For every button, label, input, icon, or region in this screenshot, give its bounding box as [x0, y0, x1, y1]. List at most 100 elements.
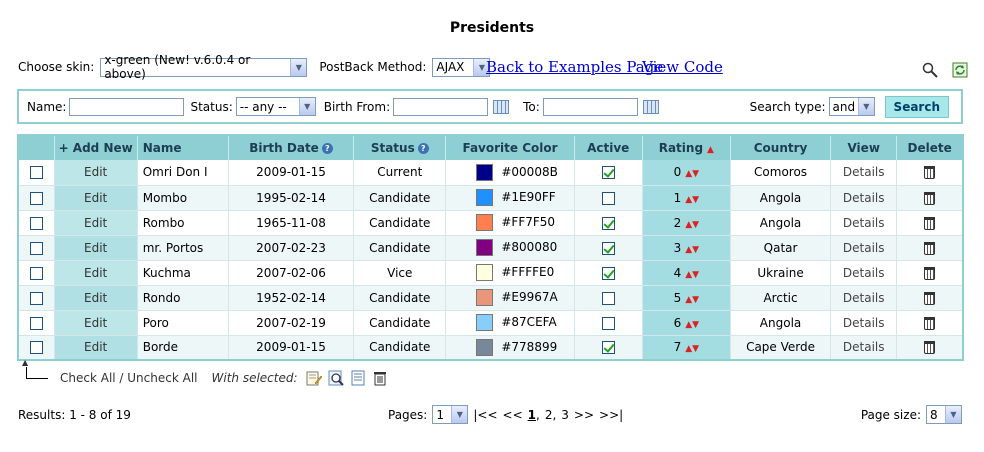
search-type-label: Search type:	[749, 99, 826, 114]
row-checkbox[interactable]	[29, 191, 43, 205]
back-to-examples-link[interactable]: Back to Examples Page	[486, 58, 663, 76]
add-new-button[interactable]: + Add New	[54, 135, 138, 160]
calendar-icon[interactable]	[642, 99, 659, 114]
last-page-link[interactable]: >>|	[599, 408, 623, 422]
active-column-header[interactable]: Active	[574, 135, 643, 160]
help-icon[interactable]: ?	[417, 143, 429, 154]
details-link[interactable]: Details	[830, 185, 898, 211]
rating-value: 2	[673, 215, 682, 230]
name-filter-input[interactable]	[69, 97, 185, 116]
edit-selected-icon[interactable]	[306, 370, 322, 386]
trash-icon[interactable]	[924, 216, 936, 230]
edit-link[interactable]: Edit	[54, 335, 138, 361]
skin-select[interactable]: x-green (New! v.6.0.4 or above) ▼	[100, 53, 308, 81]
rating-down-icon[interactable]: ▼	[692, 245, 699, 255]
rating-value: 7	[673, 340, 682, 355]
rating-column-header[interactable]: Rating ▲	[642, 135, 731, 160]
row-checkbox[interactable]	[29, 241, 43, 255]
table-row: Edit Rondo 1952-02-14 Candidate #E9967A 5 ▲▼ Ar…	[18, 285, 964, 311]
search-button[interactable]: Search	[884, 95, 949, 118]
row-checkbox[interactable]	[29, 266, 43, 280]
trash-icon[interactable]	[924, 291, 936, 305]
color-swatch	[476, 289, 494, 306]
rating-down-icon[interactable]: ▼	[692, 344, 699, 354]
trash-icon[interactable]	[924, 241, 936, 255]
page-size-select[interactable]: 8 ▼	[926, 405, 962, 424]
country-column-header[interactable]: Country	[730, 135, 832, 160]
favorite-color-cell: #00008B	[445, 160, 575, 186]
birth-from-input[interactable]	[393, 97, 489, 116]
status-select[interactable]: -- any -- ▼	[235, 97, 316, 116]
color-hex: #00008B	[501, 164, 558, 179]
edit-link[interactable]: Edit	[54, 235, 138, 261]
color-hex: #800080	[501, 240, 558, 254]
pages-label: Pages:	[388, 407, 428, 422]
edit-link[interactable]: Edit	[54, 285, 138, 311]
rating-down-icon[interactable]: ▼	[692, 169, 699, 179]
trash-icon[interactable]	[924, 266, 936, 280]
page-select[interactable]: 1 ▼	[432, 405, 469, 424]
name-cell: Poro	[137, 310, 229, 336]
rating-down-icon[interactable]: ▼	[692, 320, 699, 330]
table-row: Edit Kuchma 2007-02-06 Vice #FFFFE0 4 ▲▼ Ukrain…	[18, 260, 964, 286]
prev-page-link[interactable]: <<	[503, 408, 523, 422]
rating-cell: 6 ▲▼	[642, 310, 731, 336]
view-code-link[interactable]: View Code	[642, 58, 723, 76]
postback-select[interactable]: AJAX ▼	[432, 57, 491, 77]
next-page-link[interactable]: >>	[574, 408, 594, 422]
details-link[interactable]: Details	[830, 210, 898, 236]
edit-link[interactable]: Edit	[54, 160, 138, 186]
zoom-search-icon[interactable]	[922, 62, 938, 78]
rating-down-icon[interactable]: ▼	[692, 270, 699, 280]
row-checkbox[interactable]	[29, 216, 43, 230]
row-checkbox[interactable]	[29, 316, 43, 330]
active-cell	[574, 310, 643, 336]
details-link[interactable]: Details	[830, 310, 898, 336]
edit-link[interactable]: Edit	[54, 260, 138, 286]
status-cell: Candidate	[353, 235, 447, 261]
edit-link[interactable]: Edit	[54, 310, 138, 336]
export-selected-icon[interactable]	[350, 370, 366, 386]
refresh-icon[interactable]	[952, 62, 968, 78]
bulk-actions: Check All / Uncheck All With selected:	[22, 358, 394, 386]
name-cell: Kuchma	[137, 260, 229, 286]
row-checkbox-cell	[18, 260, 55, 286]
favorite-color-column-header[interactable]: Favorite Color	[445, 135, 575, 160]
birth-date-column-header[interactable]: Birth Date?	[228, 135, 355, 160]
edit-link[interactable]: Edit	[54, 185, 138, 211]
sort-ascending-icon: ▲	[707, 145, 714, 155]
delete-selected-icon[interactable]	[372, 370, 388, 386]
rating-down-icon[interactable]: ▼	[692, 220, 699, 230]
details-link[interactable]: Details	[830, 335, 898, 361]
page-link-1[interactable]: 1	[528, 408, 536, 422]
chevron-down-icon: ▼	[945, 406, 961, 423]
status-label: Status:	[190, 99, 233, 114]
row-checkbox[interactable]	[29, 166, 43, 180]
details-selected-icon[interactable]	[328, 370, 344, 386]
details-link[interactable]: Details	[830, 260, 898, 286]
birth-date-cell: 2007-02-06	[228, 260, 355, 286]
page-link-3[interactable]: 3	[561, 408, 569, 422]
trash-icon[interactable]	[924, 341, 936, 355]
status-column-header[interactable]: Status?	[353, 135, 447, 160]
rating-down-icon[interactable]: ▼	[692, 295, 699, 305]
row-checkbox[interactable]	[29, 341, 43, 355]
name-column-header[interactable]: Name	[137, 135, 229, 160]
details-link[interactable]: Details	[830, 285, 898, 311]
details-link[interactable]: Details	[830, 160, 898, 186]
page-link-2[interactable]: 2	[545, 408, 553, 422]
trash-icon[interactable]	[924, 191, 936, 205]
calendar-icon[interactable]	[493, 99, 510, 114]
color-swatch	[476, 264, 494, 281]
help-icon[interactable]: ?	[321, 143, 333, 154]
first-page-link[interactable]: |<<	[473, 408, 497, 422]
details-link[interactable]: Details	[830, 235, 898, 261]
trash-icon[interactable]	[924, 166, 936, 180]
check-all-link[interactable]: Check All / Uncheck All	[60, 371, 198, 385]
row-checkbox[interactable]	[29, 291, 43, 305]
edit-link[interactable]: Edit	[54, 210, 138, 236]
trash-icon[interactable]	[924, 316, 936, 330]
search-type-select[interactable]: and ▼	[828, 97, 875, 116]
rating-down-icon[interactable]: ▼	[692, 195, 699, 205]
birth-to-input[interactable]	[542, 97, 638, 116]
